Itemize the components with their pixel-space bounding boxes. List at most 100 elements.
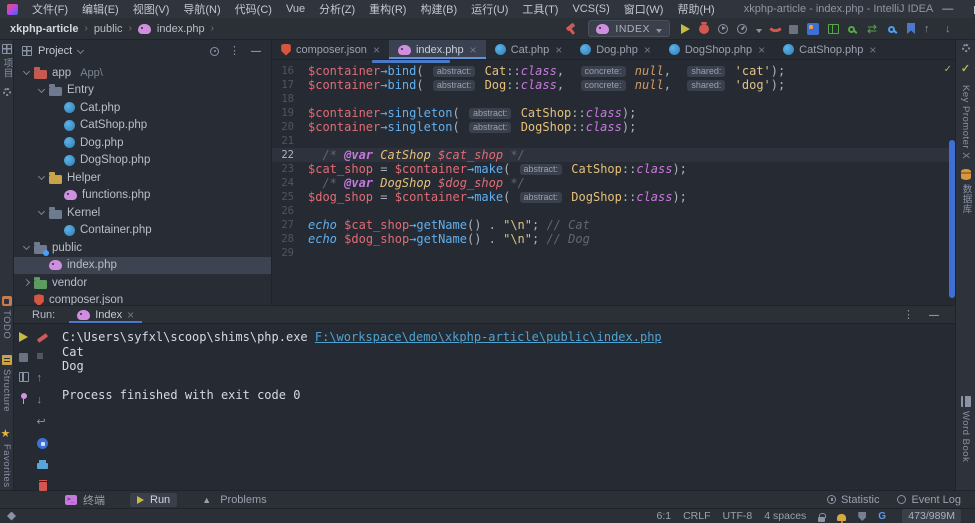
- menu-item[interactable]: 帮助(H): [670, 1, 721, 17]
- tool-window-database[interactable]: 数据库: [959, 169, 973, 214]
- down-icon[interactable]: [945, 23, 957, 35]
- menu-item[interactable]: VCS(S): [565, 3, 616, 15]
- shield-icon[interactable]: [858, 512, 866, 521]
- tree-item-cat-php[interactable]: Cat.php: [14, 99, 271, 117]
- code-area[interactable]: ✓ 16$container→bind( abstract: Cat::clas…: [272, 60, 955, 305]
- menu-item[interactable]: 视图(V): [126, 1, 177, 17]
- more-options-icon[interactable]: [903, 309, 915, 321]
- bottom-tab-run[interactable]: Run: [130, 493, 177, 507]
- tree-item-dogshop-php[interactable]: DogShop.php: [14, 152, 271, 170]
- console-file-link[interactable]: F:\workspace\demo\xkphp-article\public\i…: [315, 330, 662, 344]
- google-icon[interactable]: [878, 510, 890, 522]
- pin-icon[interactable]: [21, 393, 27, 399]
- chevron-down-icon[interactable]: [77, 46, 84, 53]
- bell-icon[interactable]: [837, 514, 846, 521]
- tool-window-project[interactable]: 项目: [0, 44, 14, 78]
- menu-item[interactable]: 代码(C): [228, 1, 279, 17]
- tool-window-switcher-icon[interactable]: [7, 512, 16, 521]
- editor-tab-index-php[interactable]: index.php×: [389, 40, 486, 59]
- up-icon[interactable]: [924, 23, 936, 35]
- tree-item-public[interactable]: public: [14, 239, 271, 257]
- breadcrumb-item[interactable]: index.php: [157, 23, 205, 35]
- plugin-icon[interactable]: [807, 23, 819, 35]
- project-panel-title[interactable]: Project: [38, 45, 72, 57]
- tree-item-vendor[interactable]: vendor: [14, 274, 271, 292]
- tree-item-helper[interactable]: Helper: [14, 169, 271, 187]
- close-icon[interactable]: ×: [758, 43, 765, 57]
- bottom-tab-problems[interactable]: Problems: [195, 493, 273, 507]
- status-item[interactable]: CRLF: [683, 510, 710, 522]
- menu-item[interactable]: 运行(U): [464, 1, 515, 17]
- tool-window-structure[interactable]: Structure: [1, 355, 12, 412]
- chevron-right-icon[interactable]: [23, 279, 30, 286]
- close-icon[interactable]: ×: [869, 43, 876, 57]
- bookmark-icon[interactable]: [907, 23, 915, 34]
- sort-icon[interactable]: [37, 350, 49, 362]
- status-widget-statistic[interactable]: Statistic: [827, 494, 880, 506]
- profiler-icon[interactable]: [737, 24, 747, 34]
- tree-item-kernel[interactable]: Kernel: [14, 204, 271, 222]
- menu-item[interactable]: Vue: [279, 3, 312, 15]
- editor-scrollbar[interactable]: [949, 140, 955, 298]
- hide-panel-icon[interactable]: [929, 309, 941, 321]
- run-icon[interactable]: [681, 24, 690, 34]
- tree-item-entry[interactable]: Entry: [14, 82, 271, 100]
- close-icon[interactable]: ×: [644, 43, 651, 57]
- close-icon[interactable]: ×: [373, 43, 380, 57]
- layoutgrid-icon[interactable]: [19, 372, 29, 382]
- tree-item-functions-php[interactable]: functions.php: [14, 187, 271, 205]
- run-configuration-selector[interactable]: INDEX: [588, 20, 670, 37]
- memory-indicator[interactable]: 473/989M: [902, 509, 961, 523]
- inspection-status-icon[interactable]: ✓: [944, 62, 951, 75]
- menu-item[interactable]: 分析(Z): [312, 1, 362, 17]
- find-icon[interactable]: [848, 26, 855, 33]
- editor-tab-dogshop-php[interactable]: DogShop.php×: [660, 40, 774, 59]
- menu-item[interactable]: 构建(B): [413, 1, 464, 17]
- hide-panel-icon[interactable]: [251, 45, 263, 57]
- more-options-icon[interactable]: [229, 45, 241, 57]
- tree-item-dog-php[interactable]: Dog.php: [14, 134, 271, 152]
- tool-window-word-book[interactable]: Word Book: [960, 396, 971, 462]
- scrollend-icon[interactable]: [37, 438, 48, 449]
- run-tab-index[interactable]: Index ×: [69, 306, 142, 323]
- editor-tab-catshop-php[interactable]: CatShop.php×: [774, 40, 885, 59]
- up-icon[interactable]: [37, 372, 49, 384]
- attach-icon[interactable]: [769, 23, 782, 36]
- gear-icon[interactable]: [962, 44, 970, 52]
- menu-item[interactable]: 导航(N): [176, 1, 227, 17]
- close-icon[interactable]: ×: [555, 43, 562, 57]
- down-icon[interactable]: [37, 394, 49, 406]
- tree-item-container-php[interactable]: Container.php: [14, 222, 271, 240]
- tree-item-catshop-php[interactable]: CatShop.php: [14, 117, 271, 135]
- coverage-icon[interactable]: [718, 24, 728, 34]
- chevron-down-icon[interactable]: [38, 86, 45, 93]
- replace-icon[interactable]: [867, 23, 879, 35]
- rerun-icon[interactable]: [19, 332, 28, 342]
- tree-item-app[interactable]: appApp\: [14, 64, 271, 82]
- locate-file-icon[interactable]: [210, 47, 219, 56]
- menu-item[interactable]: 文件(F): [25, 1, 75, 17]
- status-item[interactable]: UTF-8: [723, 510, 753, 522]
- build-icon[interactable]: [565, 23, 577, 35]
- status-item[interactable]: 4 spaces: [764, 510, 806, 522]
- search-icon[interactable]: [888, 26, 895, 33]
- menu-item[interactable]: 编辑(E): [75, 1, 126, 17]
- breadcrumb-item[interactable]: xkphp-article: [10, 23, 78, 35]
- caret-icon[interactable]: [756, 29, 762, 33]
- tool-window-key-promoter[interactable]: Key Promoter X: [960, 85, 971, 159]
- print-icon[interactable]: [37, 463, 48, 469]
- tree-item-index-php[interactable]: index.php: [14, 257, 271, 275]
- status-widget-event-log[interactable]: Event Log: [897, 494, 961, 506]
- editor-tab-cat-php[interactable]: Cat.php×: [486, 40, 572, 59]
- menu-item[interactable]: 窗口(W): [617, 1, 671, 17]
- gear-icon[interactable]: [3, 88, 11, 96]
- run-console[interactable]: C:\Users\syfxl\scoop\shims\php.exe F:\wo…: [52, 324, 955, 490]
- bottom-tab--[interactable]: 终端: [58, 491, 112, 509]
- stop-icon[interactable]: [789, 25, 798, 34]
- chevron-down-icon[interactable]: [38, 208, 45, 215]
- tool-window-todo[interactable]: TODO: [1, 296, 12, 339]
- close-icon[interactable]: ×: [470, 43, 477, 57]
- tool-window-favorites[interactable]: Favorites: [1, 428, 13, 488]
- editor-tab-composer-json[interactable]: composer.json×: [272, 40, 389, 59]
- debug-icon[interactable]: [699, 24, 709, 34]
